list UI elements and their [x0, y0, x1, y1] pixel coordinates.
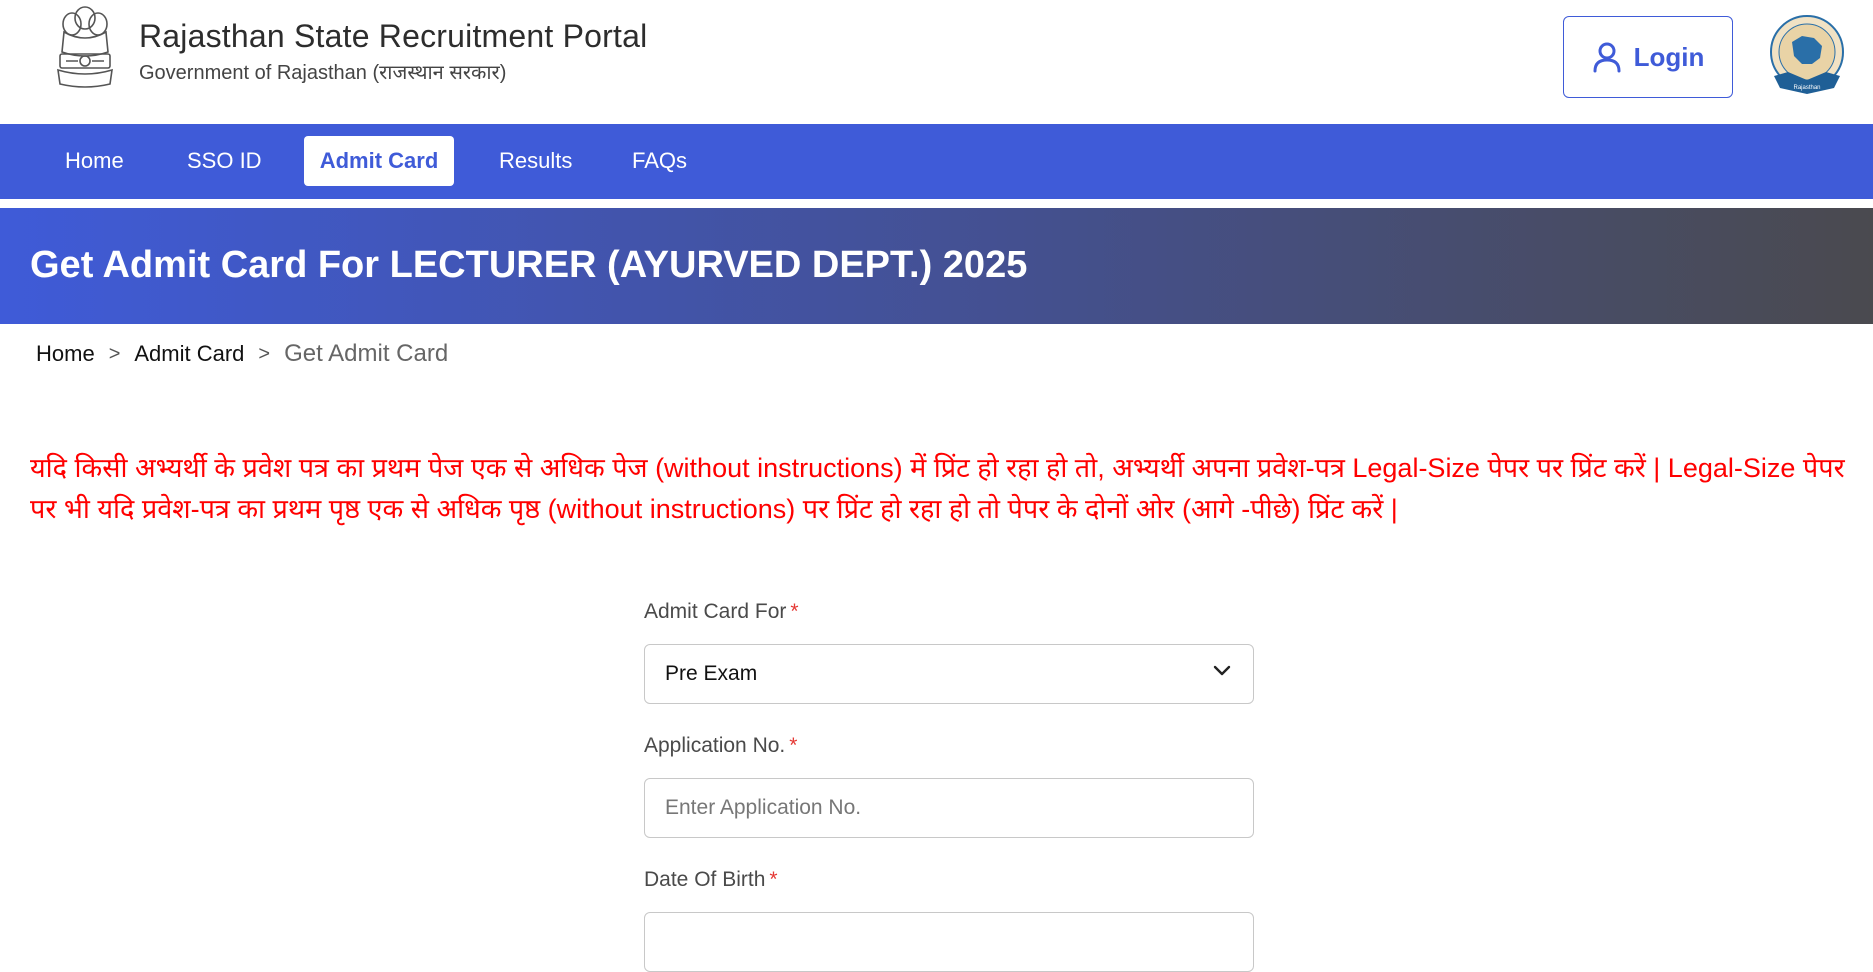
required-mark: * [769, 868, 778, 891]
date-of-birth-group: Date Of Birth * [644, 868, 1254, 972]
page-title: Get Admit Card For LECTURER (AYURVED DEP… [30, 244, 1028, 286]
user-icon [1593, 42, 1621, 73]
nav-item-results[interactable]: Results [487, 136, 584, 186]
application-no-input[interactable] [644, 778, 1254, 838]
date-of-birth-input[interactable] [644, 912, 1254, 972]
portal-title: Rajasthan State Recruitment Portal [139, 18, 648, 54]
date-of-birth-label: Date Of Birth * [644, 868, 1254, 898]
breadcrumb-current: Get Admit Card [284, 340, 449, 367]
site-header: Rajasthan State Recruitment Portal Gover… [0, 0, 1873, 124]
chevron-down-icon [1213, 665, 1231, 676]
admit-card-for-label-text: Admit Card For [644, 600, 787, 623]
admit-card-for-value: Pre Exam [665, 662, 758, 685]
admit-card-for-group: Admit Card For * Pre Exam [644, 600, 1254, 704]
main-navbar: Home SSO ID Admit Card Results FAQs [0, 124, 1873, 199]
nav-item-faqs[interactable]: FAQs [620, 136, 699, 186]
admit-card-for-label: Admit Card For * [644, 600, 1254, 630]
admit-card-for-select[interactable]: Pre Exam [644, 644, 1254, 704]
print-instructions-notice: यदि किसी अभ्यर्थी के प्रवेश पत्र का प्रथ… [30, 453, 1845, 524]
breadcrumb-separator: > [258, 342, 271, 365]
application-no-label: Application No. * [644, 734, 1254, 764]
nav-item-home[interactable]: Home [53, 136, 136, 186]
login-button[interactable]: Login [1563, 16, 1733, 98]
breadcrumb-home[interactable]: Home [36, 341, 95, 367]
portal-subtitle: Government of Rajasthan (राजस्थान सरकार) [139, 62, 507, 84]
required-mark: * [789, 734, 798, 757]
application-no-group: Application No. * [644, 734, 1254, 838]
page-banner: Get Admit Card For LECTURER (AYURVED DEP… [0, 208, 1873, 324]
nav-item-admit-card[interactable]: Admit Card [304, 136, 454, 186]
date-of-birth-label-text: Date Of Birth [644, 868, 766, 891]
nav-item-sso-id[interactable]: SSO ID [175, 136, 274, 186]
required-mark: * [790, 600, 799, 623]
rajasthan-seal-logo: Rajasthan [1770, 15, 1844, 94]
breadcrumb: Home > Admit Card > Get Admit Card [36, 340, 448, 368]
breadcrumb-admit-card[interactable]: Admit Card [134, 341, 244, 367]
application-no-label-text: Application No. [644, 734, 786, 757]
breadcrumb-separator: > [108, 342, 121, 365]
seal-text: Rajasthan [1793, 85, 1820, 91]
national-emblem-icon [57, 6, 113, 88]
login-label: Login [1633, 41, 1705, 72]
